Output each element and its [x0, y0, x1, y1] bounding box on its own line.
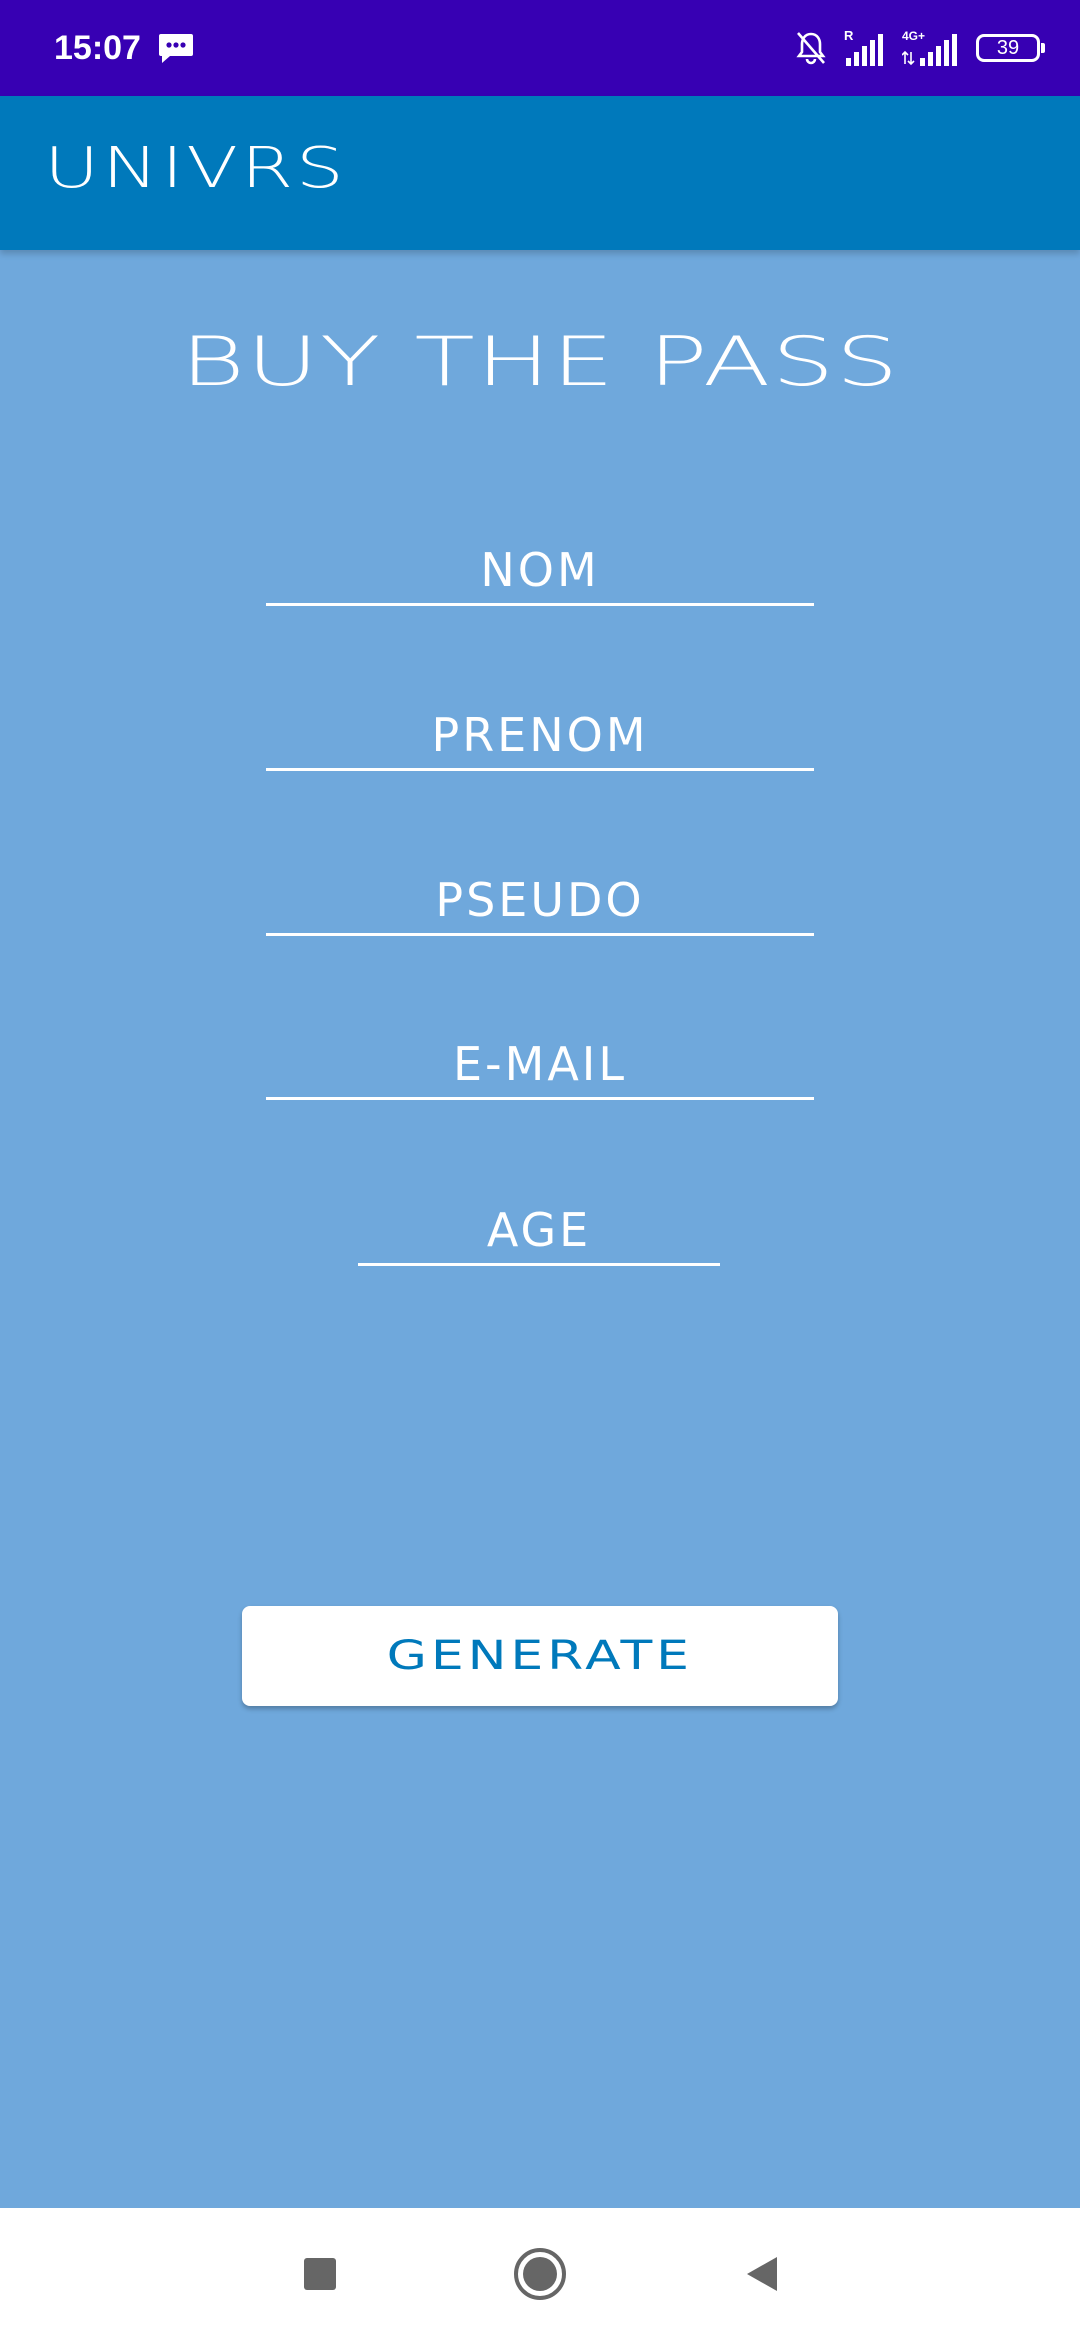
network-label: 4G+ — [902, 29, 925, 43]
back-triangle-icon — [747, 2257, 777, 2291]
app-bar: UNIVRS — [0, 96, 1080, 250]
recents-square-icon — [304, 2258, 336, 2290]
recents-button[interactable] — [290, 2244, 350, 2304]
generate-button[interactable]: GENERATE — [242, 1606, 838, 1706]
page-title-text: BUY THE PASS — [180, 323, 900, 402]
battery-icon: 39 — [976, 34, 1045, 62]
signal-roaming-icon: R — [844, 28, 883, 66]
prenom-input[interactable] — [266, 701, 814, 768]
app-screen: 15:07 R 4G+ 39 UNIVRS BUY THE PASS NOM P… — [0, 0, 1080, 2340]
nom-field[interactable] — [266, 536, 814, 606]
nom-input[interactable] — [266, 536, 814, 603]
signal-4g-icon: 4G+ — [902, 29, 957, 66]
pseudo-field[interactable] — [266, 866, 814, 936]
page-title: BUY THE PASS — [0, 318, 1080, 408]
back-button[interactable] — [732, 2244, 792, 2304]
pseudo-input[interactable] — [266, 866, 814, 933]
age-input[interactable] — [358, 1196, 720, 1263]
message-icon — [159, 34, 193, 63]
home-button[interactable] — [510, 2244, 570, 2304]
home-circle-icon — [514, 2248, 566, 2300]
email-field[interactable] — [266, 1030, 814, 1100]
email-input[interactable] — [266, 1030, 814, 1097]
status-time: 15:07 — [54, 29, 141, 67]
roaming-label: R — [844, 28, 854, 43]
navigation-bar — [0, 2208, 1080, 2340]
status-bar: 15:07 R 4G+ 39 — [0, 0, 1080, 96]
app-title: UNIVRS — [44, 136, 347, 201]
prenom-field[interactable] — [266, 701, 814, 771]
status-icons: R 4G+ 39 — [794, 26, 1045, 70]
bell-off-icon — [796, 32, 826, 65]
age-field[interactable] — [358, 1196, 720, 1266]
generate-button-label: GENERATE — [386, 1633, 694, 1679]
